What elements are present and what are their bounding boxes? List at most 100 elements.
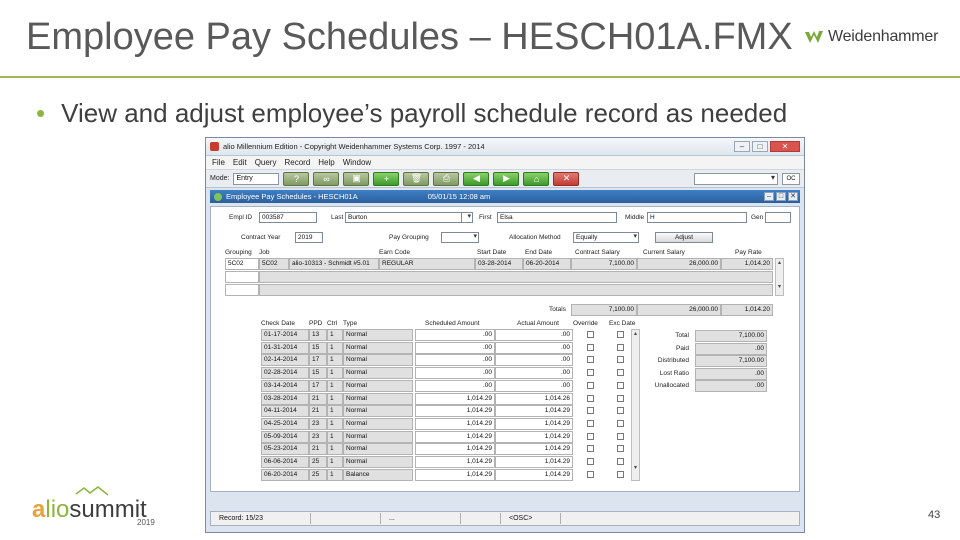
schedule-cell[interactable]: 03-14-2014 xyxy=(261,379,309,392)
scroll-down-icon[interactable]: ▾ xyxy=(632,464,639,472)
override-checkbox[interactable] xyxy=(587,394,594,402)
schedule-cell[interactable]: Balance xyxy=(343,468,413,481)
schedule-cell[interactable]: 1 xyxy=(327,417,343,430)
schedule-cell[interactable]: .00 xyxy=(495,354,573,367)
schedule-cell[interactable]: 25 xyxy=(309,456,327,468)
schedule-cell[interactable]: Normal xyxy=(343,392,413,405)
override-checkbox[interactable] xyxy=(587,407,594,415)
form-maximize-icon[interactable]: □ xyxy=(776,192,786,201)
schedule-cell[interactable]: Normal xyxy=(343,456,413,468)
override-checkbox[interactable] xyxy=(587,419,594,427)
print-icon[interactable]: ⎙ xyxy=(433,171,460,186)
override-checkbox[interactable] xyxy=(587,331,594,338)
schedule-cell[interactable]: 15 xyxy=(309,367,327,380)
schedule-cell[interactable]: 15 xyxy=(309,341,327,354)
override-checkbox[interactable] xyxy=(587,343,594,351)
schedule-cell[interactable]: 1,014.29 xyxy=(415,468,495,481)
schedule-cell[interactable]: 1,014.29 xyxy=(415,443,495,456)
pay-grouping-select[interactable] xyxy=(441,232,479,243)
schedule-cell[interactable]: Normal xyxy=(343,341,413,354)
contract-cell[interactable]: 7,100.00 xyxy=(571,258,637,270)
allocation-method-select[interactable]: Equally xyxy=(573,232,639,243)
schedule-cell[interactable]: 1,014.29 xyxy=(495,456,573,468)
last-name-lookup[interactable] xyxy=(461,212,473,223)
schedule-cell[interactable]: 21 xyxy=(309,443,327,456)
contract-cell[interactable] xyxy=(259,271,773,283)
schedule-cell[interactable]: 1,014.29 xyxy=(495,417,573,430)
schedule-cell[interactable]: Normal xyxy=(343,354,413,367)
schedule-cell[interactable]: 13 xyxy=(309,329,327,341)
schedule-cell[interactable]: Normal xyxy=(343,430,413,443)
override-checkbox[interactable] xyxy=(587,369,594,377)
scroll-down-icon[interactable]: ▾ xyxy=(776,283,783,291)
schedule-cell[interactable]: 23 xyxy=(309,417,327,430)
empl-id-field[interactable]: 003587 xyxy=(259,212,317,223)
schedule-cell[interactable]: 25 xyxy=(309,468,327,481)
schedule-cell[interactable]: .00 xyxy=(495,329,573,341)
exit-icon[interactable]: ✕ xyxy=(553,171,580,186)
schedule-cell[interactable]: 05-23-2014 xyxy=(261,443,309,456)
adjust-button[interactable]: Adjust xyxy=(655,232,713,243)
schedule-cell[interactable]: Normal xyxy=(343,367,413,380)
contract-cell[interactable]: REGULAR xyxy=(379,258,475,270)
schedule-cell[interactable]: Normal xyxy=(343,329,413,341)
back-arrow-icon[interactable]: ◀ xyxy=(463,171,490,186)
schedule-cell[interactable]: Normal xyxy=(343,443,413,456)
contract-cell[interactable]: 06-20-2014 xyxy=(523,258,571,270)
schedule-cell[interactable]: 1 xyxy=(327,379,343,392)
schedule-cell[interactable]: 04-11-2014 xyxy=(261,405,309,418)
override-checkbox[interactable] xyxy=(587,381,594,389)
schedule-cell[interactable]: 01-17-2014 xyxy=(261,329,309,341)
exc-date-checkbox[interactable] xyxy=(617,432,624,440)
toolbar-dropdown[interactable] xyxy=(694,172,778,185)
schedule-cell[interactable]: .00 xyxy=(495,379,573,392)
minimize-icon[interactable]: – xyxy=(734,141,750,152)
contract-scrollbar[interactable]: ▴ ▾ xyxy=(775,258,784,296)
schedule-scrollbar[interactable]: ▴ ▾ xyxy=(631,329,640,481)
schedule-cell[interactable]: 1 xyxy=(327,443,343,456)
schedule-cell[interactable]: 1,014.26 xyxy=(495,392,573,405)
add-icon[interactable]: + xyxy=(373,171,400,186)
exc-date-checkbox[interactable] xyxy=(617,445,624,453)
schedule-cell[interactable]: 1,014.29 xyxy=(495,405,573,418)
menu-window[interactable]: Window xyxy=(343,158,371,167)
schedule-cell[interactable]: .00 xyxy=(415,354,495,367)
contract-cell[interactable]: alio-10313 - Schmidt #5.01 xyxy=(289,258,379,270)
form-close-icon[interactable]: ✕ xyxy=(788,192,798,201)
close-icon[interactable]: ✕ xyxy=(770,141,800,152)
schedule-cell[interactable]: .00 xyxy=(415,341,495,354)
schedule-cell[interactable]: 1 xyxy=(327,456,343,468)
exc-date-checkbox[interactable] xyxy=(617,458,624,465)
schedule-cell[interactable]: 1 xyxy=(327,354,343,367)
schedule-cell[interactable]: 23 xyxy=(309,430,327,443)
schedule-cell[interactable]: 1,014.29 xyxy=(495,430,573,443)
schedule-cell[interactable]: 06-20-2014 xyxy=(261,468,309,481)
contract-cell[interactable] xyxy=(225,271,259,283)
contract-cell[interactable] xyxy=(225,284,259,296)
schedule-cell[interactable]: .00 xyxy=(415,367,495,380)
override-checkbox[interactable] xyxy=(587,432,594,440)
schedule-cell[interactable]: Normal xyxy=(343,405,413,418)
schedule-cell[interactable]: 1,014.29 xyxy=(415,430,495,443)
schedule-cell[interactable]: 21 xyxy=(309,405,327,418)
contract-cell[interactable]: 26,000.00 xyxy=(637,258,721,270)
schedule-cell[interactable]: 21 xyxy=(309,392,327,405)
exc-date-checkbox[interactable] xyxy=(617,407,624,415)
schedule-cell[interactable]: 03-28-2014 xyxy=(261,392,309,405)
schedule-cell[interactable]: 05-09-2014 xyxy=(261,430,309,443)
delete-icon[interactable]: 🗑 xyxy=(403,171,430,186)
schedule-cell[interactable]: 1 xyxy=(327,430,343,443)
schedule-cell[interactable]: 1 xyxy=(327,392,343,405)
exc-date-checkbox[interactable] xyxy=(617,331,624,338)
help-icon[interactable]: ? xyxy=(283,171,310,186)
scroll-up-icon[interactable]: ▴ xyxy=(632,330,639,338)
contract-cell[interactable] xyxy=(259,284,773,296)
schedule-cell[interactable]: Normal xyxy=(343,379,413,392)
menu-record[interactable]: Record xyxy=(284,158,310,167)
schedule-cell[interactable]: .00 xyxy=(415,379,495,392)
schedule-cell[interactable]: 1,014.29 xyxy=(495,443,573,456)
schedule-cell[interactable]: 02-28-2014 xyxy=(261,367,309,380)
contract-cell[interactable]: 1,014.20 xyxy=(721,258,773,270)
exc-date-checkbox[interactable] xyxy=(617,394,624,402)
exc-date-checkbox[interactable] xyxy=(617,343,624,351)
